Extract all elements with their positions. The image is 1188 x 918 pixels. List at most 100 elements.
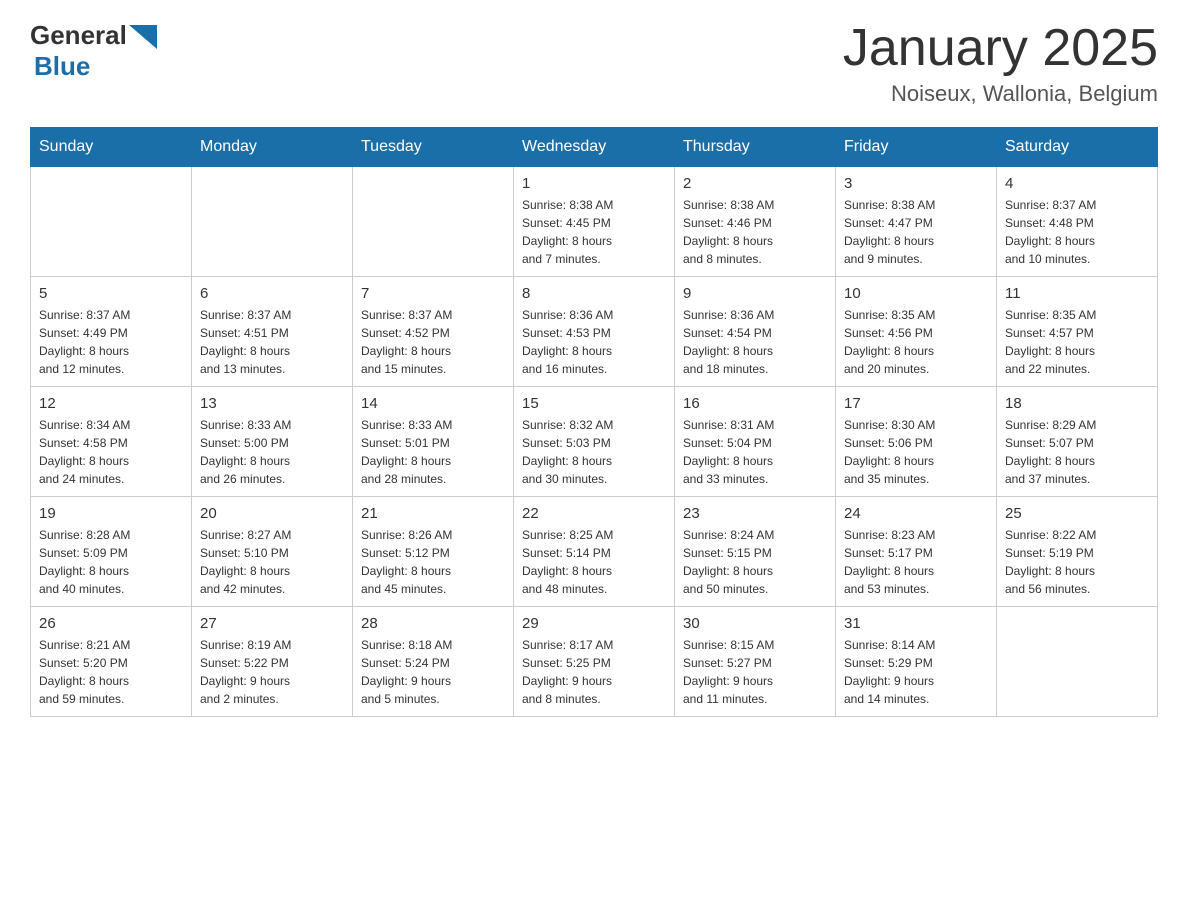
day-info: Sunrise: 8:18 AM Sunset: 5:24 PM Dayligh… [361,636,505,708]
calendar-cell [192,167,353,277]
day-number: 21 [361,505,505,522]
day-number: 13 [200,395,344,412]
day-number: 11 [1005,285,1149,302]
day-info: Sunrise: 8:37 AM Sunset: 4:51 PM Dayligh… [200,306,344,378]
day-info: Sunrise: 8:19 AM Sunset: 5:22 PM Dayligh… [200,636,344,708]
calendar-cell: 3 Sunrise: 8:38 AM Sunset: 4:47 PM Daylig… [836,167,997,277]
calendar-header-row: SundayMondayTuesdayWednesdayThursdayFrid… [31,128,1158,167]
calendar-cell: 28Sunrise: 8:18 AM Sunset: 5:24 PM Dayli… [353,607,514,717]
location-title: Noiseux, Wallonia, Belgium [843,81,1158,107]
day-info: Sunrise: 8:37 AM Sunset: 4:49 PM Dayligh… [39,306,183,378]
calendar-cell: 6 Sunrise: 8:37 AM Sunset: 4:51 PM Daylig… [192,277,353,387]
calendar-cell: 31 Sunrise: 8:14 AM Sunset: 5:29 PM Dayli… [836,607,997,717]
day-info: Sunrise: 8:29 AM Sunset: 5:07 PM Dayligh… [1005,416,1149,488]
day-info: Sunrise: 8:25 AM Sunset: 5:14 PM Dayligh… [522,526,666,598]
calendar-cell [353,167,514,277]
calendar-cell: 11 Sunrise: 8:35 AM Sunset: 4:57 PM Dayli… [997,277,1158,387]
day-number: 16 [683,395,827,412]
day-number: 26 [39,615,183,632]
day-info: Sunrise: 8:35 AM Sunset: 4:56 PM Dayligh… [844,306,988,378]
day-number: 18 [1005,395,1149,412]
logo-blue-text: Blue [34,51,90,82]
day-header-wednesday: Wednesday [514,128,675,167]
day-info: Sunrise: 8:26 AM Sunset: 5:12 PM Dayligh… [361,526,505,598]
day-info: Sunrise: 8:14 AM Sunset: 5:29 PM Dayligh… [844,636,988,708]
calendar-cell: 27Sunrise: 8:19 AM Sunset: 5:22 PM Dayli… [192,607,353,717]
day-info: Sunrise: 8:32 AM Sunset: 5:03 PM Dayligh… [522,416,666,488]
calendar-cell: 23 Sunrise: 8:24 AM Sunset: 5:15 PM Dayli… [675,497,836,607]
calendar-cell: 18 Sunrise: 8:29 AM Sunset: 5:07 PM Dayli… [997,387,1158,497]
calendar-week-row: 5 Sunrise: 8:37 AM Sunset: 4:49 PM Daylig… [31,277,1158,387]
calendar-cell: 26 Sunrise: 8:21 AM Sunset: 5:20 PM Dayli… [31,607,192,717]
day-info: Sunrise: 8:27 AM Sunset: 5:10 PM Dayligh… [200,526,344,598]
calendar-week-row: 19 Sunrise: 8:28 AM Sunset: 5:09 PM Dayli… [31,497,1158,607]
day-number: 31 [844,615,988,632]
calendar-cell: 21 Sunrise: 8:26 AM Sunset: 5:12 PM Dayli… [353,497,514,607]
calendar-cell: 9 Sunrise: 8:36 AM Sunset: 4:54 PM Daylig… [675,277,836,387]
day-header-sunday: Sunday [31,128,192,167]
day-number: 14 [361,395,505,412]
day-info: Sunrise: 8:35 AM Sunset: 4:57 PM Dayligh… [1005,306,1149,378]
calendar-week-row: 12 Sunrise: 8:34 AM Sunset: 4:58 PM Dayli… [31,387,1158,497]
day-info: Sunrise: 8:37 AM Sunset: 4:48 PM Dayligh… [1005,196,1149,268]
day-number: 23 [683,505,827,522]
day-info: Sunrise: 8:30 AM Sunset: 5:06 PM Dayligh… [844,416,988,488]
day-number: 7 [361,285,505,302]
calendar-cell: 22 Sunrise: 8:25 AM Sunset: 5:14 PM Dayli… [514,497,675,607]
day-number: 29 [522,615,666,632]
logo: General Blue [30,20,157,82]
page-header: General Blue January 2025 Noiseux, Wallo… [30,20,1158,107]
day-header-thursday: Thursday [675,128,836,167]
day-number: 2 [683,175,827,192]
day-info: Sunrise: 8:34 AM Sunset: 4:58 PM Dayligh… [39,416,183,488]
calendar-cell: 16 Sunrise: 8:31 AM Sunset: 5:04 PM Dayli… [675,387,836,497]
day-number: 30 [683,615,827,632]
day-info: Sunrise: 8:17 AM Sunset: 5:25 PM Dayligh… [522,636,666,708]
calendar-cell: 10 Sunrise: 8:35 AM Sunset: 4:56 PM Dayli… [836,277,997,387]
calendar-cell: 2 Sunrise: 8:38 AM Sunset: 4:46 PM Daylig… [675,167,836,277]
day-info: Sunrise: 8:36 AM Sunset: 4:54 PM Dayligh… [683,306,827,378]
calendar-cell: 29 Sunrise: 8:17 AM Sunset: 5:25 PM Dayli… [514,607,675,717]
day-number: 1 [522,175,666,192]
day-info: Sunrise: 8:38 AM Sunset: 4:47 PM Dayligh… [844,196,988,268]
day-number: 10 [844,285,988,302]
calendar-table: SundayMondayTuesdayWednesdayThursdayFrid… [30,127,1158,717]
day-info: Sunrise: 8:28 AM Sunset: 5:09 PM Dayligh… [39,526,183,598]
calendar-week-row: 1 Sunrise: 8:38 AM Sunset: 4:45 PM Daylig… [31,167,1158,277]
day-info: Sunrise: 8:31 AM Sunset: 5:04 PM Dayligh… [683,416,827,488]
day-header-monday: Monday [192,128,353,167]
title-area: January 2025 Noiseux, Wallonia, Belgium [843,20,1158,107]
month-title: January 2025 [843,20,1158,77]
day-info: Sunrise: 8:36 AM Sunset: 4:53 PM Dayligh… [522,306,666,378]
calendar-cell: 15 Sunrise: 8:32 AM Sunset: 5:03 PM Dayli… [514,387,675,497]
day-info: Sunrise: 8:33 AM Sunset: 5:01 PM Dayligh… [361,416,505,488]
calendar-cell: 24Sunrise: 8:23 AM Sunset: 5:17 PM Dayli… [836,497,997,607]
day-info: Sunrise: 8:38 AM Sunset: 4:45 PM Dayligh… [522,196,666,268]
day-info: Sunrise: 8:38 AM Sunset: 4:46 PM Dayligh… [683,196,827,268]
day-number: 15 [522,395,666,412]
logo-arrow-icon [129,25,157,49]
day-header-tuesday: Tuesday [353,128,514,167]
day-number: 9 [683,285,827,302]
day-number: 20 [200,505,344,522]
day-info: Sunrise: 8:15 AM Sunset: 5:27 PM Dayligh… [683,636,827,708]
calendar-cell: 12 Sunrise: 8:34 AM Sunset: 4:58 PM Dayli… [31,387,192,497]
calendar-cell: 20 Sunrise: 8:27 AM Sunset: 5:10 PM Dayli… [192,497,353,607]
day-number: 19 [39,505,183,522]
day-number: 17 [844,395,988,412]
calendar-cell: 25Sunrise: 8:22 AM Sunset: 5:19 PM Dayli… [997,497,1158,607]
day-number: 12 [39,395,183,412]
day-number: 22 [522,505,666,522]
calendar-cell: 14 Sunrise: 8:33 AM Sunset: 5:01 PM Dayli… [353,387,514,497]
calendar-cell: 13Sunrise: 8:33 AM Sunset: 5:00 PM Dayli… [192,387,353,497]
day-number: 4 [1005,175,1149,192]
calendar-cell: 4 Sunrise: 8:37 AM Sunset: 4:48 PM Daylig… [997,167,1158,277]
day-number: 8 [522,285,666,302]
day-info: Sunrise: 8:24 AM Sunset: 5:15 PM Dayligh… [683,526,827,598]
day-number: 5 [39,285,183,302]
calendar-cell: 1 Sunrise: 8:38 AM Sunset: 4:45 PM Daylig… [514,167,675,277]
day-number: 3 [844,175,988,192]
calendar-cell: 30 Sunrise: 8:15 AM Sunset: 5:27 PM Dayli… [675,607,836,717]
day-number: 6 [200,285,344,302]
day-info: Sunrise: 8:21 AM Sunset: 5:20 PM Dayligh… [39,636,183,708]
